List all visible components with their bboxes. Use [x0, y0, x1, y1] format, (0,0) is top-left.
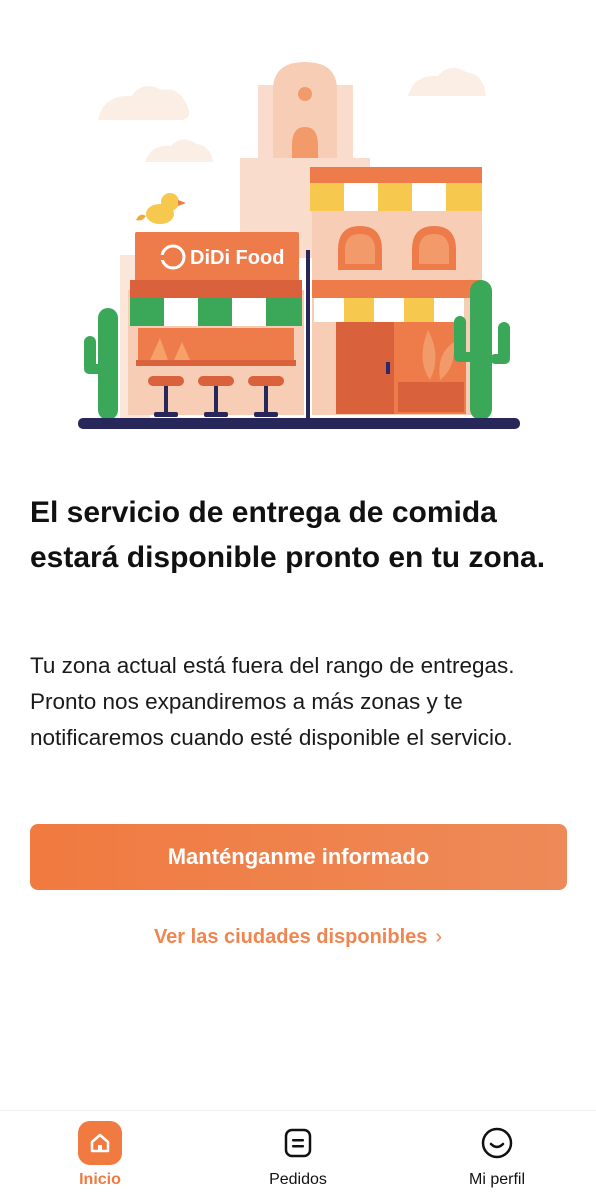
nav-label-mi-perfil: Mi perfil [468, 1171, 525, 1188]
bottom-navigation: Inicio Pedidos Mi perfil [0, 1110, 596, 1201]
nav-item-mi-perfil[interactable]: Mi perfil [437, 1111, 557, 1201]
page-description: Tu zona actual está fuera del rango de e… [30, 653, 515, 750]
right-building [310, 167, 482, 415]
orders-icon [276, 1121, 320, 1165]
ground-line [78, 418, 520, 429]
nav-item-inicio[interactable]: Inicio [40, 1111, 160, 1201]
nav-item-pedidos[interactable]: Pedidos [238, 1111, 358, 1201]
restaurant-illustration: DiDi Food [78, 62, 520, 429]
available-cities-link-label: Ver las ciudades disponibles [153, 926, 428, 948]
available-cities-link[interactable]: Ver las ciudades disponibles › [0, 926, 596, 949]
home-icon [78, 1121, 122, 1165]
profile-icon [475, 1121, 519, 1165]
nav-label-inicio: Inicio [79, 1171, 121, 1188]
chevron-right-icon: › [435, 926, 443, 948]
nav-label-pedidos: Pedidos [269, 1171, 327, 1188]
page-headline: El servicio de entrega de comida estará … [30, 496, 546, 574]
keep-me-informed-button[interactable]: Manténganme informado [30, 824, 567, 890]
bird-icon [136, 193, 186, 224]
logo-text: DiDi Food [190, 247, 284, 269]
